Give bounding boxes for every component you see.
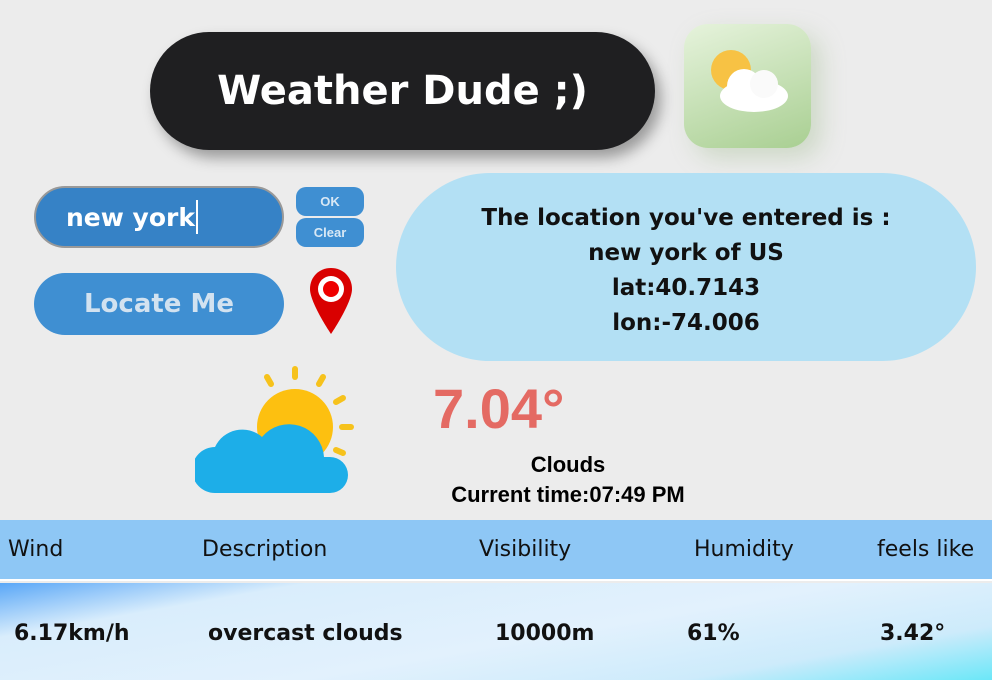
location-info-panel: The location you've entered is : new yor… bbox=[396, 173, 976, 361]
details-header-row: Wind Description Visibility Humidity fee… bbox=[0, 520, 992, 581]
locate-me-button[interactable]: Locate Me bbox=[34, 273, 284, 335]
text-caret bbox=[195, 200, 198, 234]
clear-button[interactable]: Clear bbox=[296, 218, 364, 247]
wind-value: 6.17km/h bbox=[14, 621, 130, 646]
sun-cloud-icon bbox=[684, 24, 811, 148]
header-description: Description bbox=[202, 537, 328, 562]
search-value: new york bbox=[66, 202, 195, 232]
description-value: overcast clouds bbox=[208, 621, 403, 646]
longitude: lon:-74.006 bbox=[612, 310, 760, 336]
current-time: Current time:07:49 PM bbox=[451, 482, 685, 507]
humidity-value: 61% bbox=[687, 621, 740, 646]
current-conditions: Clouds Current time:07:49 PM bbox=[420, 450, 716, 510]
details-value-row: 6.17km/h overcast clouds 10000m 61% 3.42… bbox=[0, 583, 992, 680]
condition-label: Clouds bbox=[530, 452, 606, 477]
header-visibility: Visibility bbox=[479, 537, 572, 562]
app-title: Weather Dude ;) bbox=[150, 32, 655, 150]
ok-button[interactable]: OK bbox=[296, 187, 364, 216]
location-heading: The location you've entered is : bbox=[481, 205, 891, 231]
header-humidity: Humidity bbox=[694, 537, 794, 562]
feels-like-value: 3.42° bbox=[880, 621, 946, 646]
latitude: lat:40.7143 bbox=[611, 275, 761, 301]
header-wind: Wind bbox=[8, 537, 64, 562]
location-city: new york of US bbox=[588, 240, 784, 266]
header-feels-like: feels like bbox=[877, 537, 975, 562]
city-search-input[interactable]: new york bbox=[34, 186, 284, 248]
temperature: 7.04° bbox=[433, 377, 565, 440]
map-pin-icon[interactable] bbox=[308, 266, 354, 340]
partly-cloudy-icon bbox=[192, 365, 360, 501]
visibility-value: 10000m bbox=[495, 621, 595, 646]
